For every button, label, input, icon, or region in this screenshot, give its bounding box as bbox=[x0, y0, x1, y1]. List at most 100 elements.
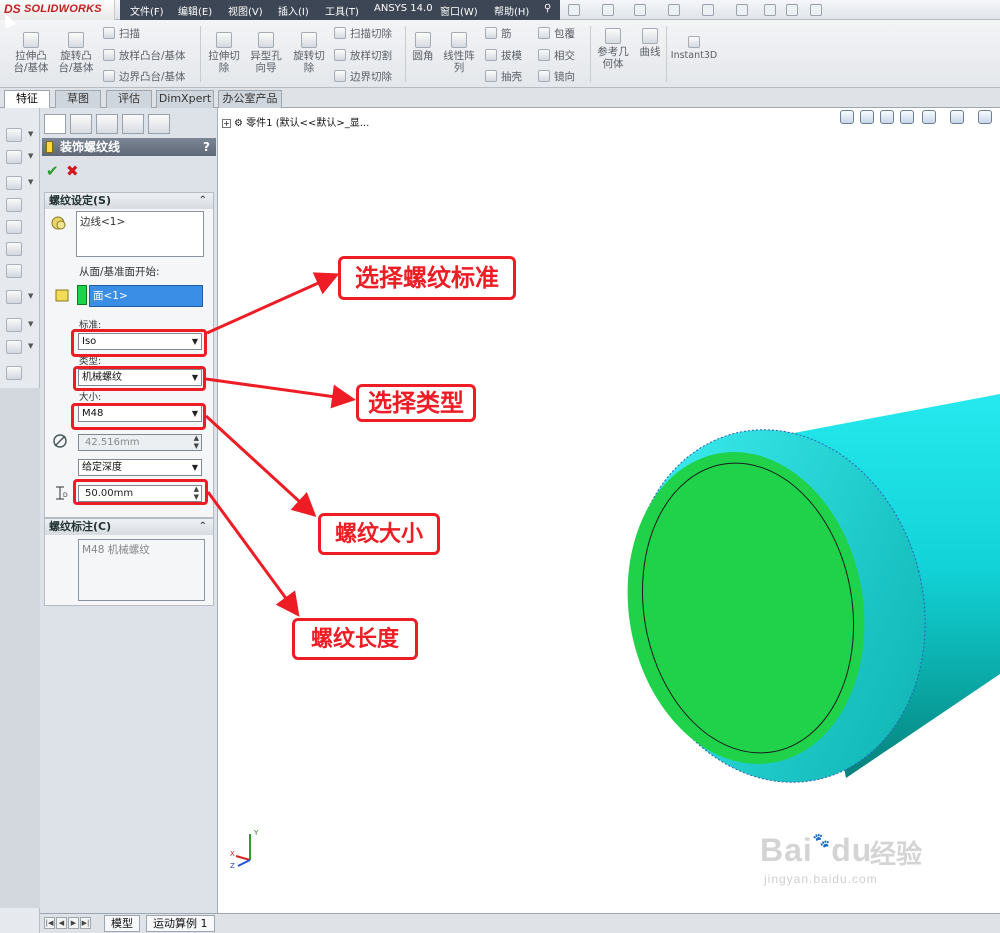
boundary-cut-button[interactable]: 边界切除 bbox=[334, 69, 392, 84]
edge-selection-box[interactable]: 边线<1> bbox=[76, 211, 204, 257]
toolbar-icon-7[interactable] bbox=[6, 264, 22, 278]
file-properties-icon[interactable] bbox=[786, 4, 798, 16]
lofted-cut-label: 放样切割 bbox=[350, 50, 392, 62]
feature-manager-tab[interactable] bbox=[44, 114, 66, 134]
toolbar-icon-6[interactable] bbox=[6, 242, 22, 256]
hole-wizard-icon bbox=[258, 32, 274, 48]
graphics-area[interactable]: + ⚙ 零件1 (默认<<默认>_显... 选择螺纹标准 选择类型 螺纹大小 螺… bbox=[218, 108, 1000, 913]
boundary-cut-icon bbox=[334, 70, 346, 82]
thread-settings-header[interactable]: 螺纹设定(S) ⌃ bbox=[45, 193, 213, 209]
toolbar-icon-10[interactable] bbox=[6, 340, 22, 354]
new-file-icon[interactable] bbox=[568, 4, 580, 16]
loft-button[interactable]: 放样凸台/基体 bbox=[103, 48, 186, 63]
chevron-down-icon[interactable]: ▼ bbox=[28, 292, 33, 300]
menu-window[interactable]: 窗口(W) bbox=[440, 3, 478, 18]
ok-button[interactable]: ✔ bbox=[46, 162, 59, 180]
swept-cut-button[interactable]: 扫描切除 bbox=[334, 26, 392, 41]
open-file-icon[interactable] bbox=[602, 4, 614, 16]
toolbar-icon-8[interactable] bbox=[6, 290, 22, 304]
curves-label: 曲线 bbox=[639, 46, 661, 58]
instant3d-button[interactable]: Instant3D bbox=[670, 36, 718, 62]
first-tab-icon[interactable]: |◀ bbox=[44, 917, 55, 929]
wrap-button[interactable]: 包覆 bbox=[538, 26, 575, 41]
hole-wizard-button[interactable]: 异型孔 向导 bbox=[246, 32, 286, 74]
toolbar-icon-1[interactable] bbox=[6, 128, 22, 142]
fillet-button[interactable]: 圆角 bbox=[408, 32, 438, 62]
property-manager-tab[interactable] bbox=[70, 114, 92, 134]
spin-arrows-icon[interactable]: ▲ ▼ bbox=[194, 434, 199, 450]
tab-model[interactable]: 模型 bbox=[104, 915, 140, 932]
curves-button[interactable]: 曲线 bbox=[636, 28, 664, 58]
menu-insert[interactable]: 插入(I) bbox=[278, 3, 309, 18]
collapse-icon[interactable]: ⌃ bbox=[199, 519, 207, 534]
toolbar-icon-9[interactable] bbox=[6, 318, 22, 332]
chevron-down-icon[interactable]: ▼ bbox=[28, 320, 33, 328]
chevron-down-icon[interactable]: ▼ bbox=[28, 342, 33, 350]
rib-button[interactable]: 筋 bbox=[485, 26, 512, 41]
lofted-cut-button[interactable]: 放样切割 bbox=[334, 48, 392, 63]
svg-text:D: D bbox=[63, 492, 68, 499]
reference-geometry-button[interactable]: 参考几 何体 bbox=[594, 28, 632, 70]
tab-dimxpert[interactable]: DimXpert bbox=[156, 90, 214, 108]
help-button[interactable]: ? bbox=[203, 138, 210, 156]
print-icon[interactable] bbox=[668, 4, 680, 16]
watermark-cn: 经验 bbox=[870, 840, 923, 870]
select-icon[interactable] bbox=[736, 4, 748, 16]
linear-pattern-label-1: 线性阵 bbox=[443, 50, 475, 62]
menu-tools[interactable]: 工具(T) bbox=[325, 3, 359, 18]
tab-motion-study[interactable]: 运动算例 1 bbox=[146, 915, 215, 932]
swept-cut-icon bbox=[334, 27, 346, 39]
menu-ansys[interactable]: ANSYS 14.0 bbox=[374, 3, 433, 14]
chevron-down-icon[interactable]: ▼ bbox=[28, 152, 33, 160]
tab-features[interactable]: 特征 bbox=[4, 90, 50, 108]
extrude-cut-button[interactable]: 拉伸切 除 bbox=[204, 32, 244, 74]
part-model[interactable] bbox=[218, 108, 1000, 913]
toolbar-icon-4[interactable] bbox=[6, 198, 22, 212]
revolve-cut-button[interactable]: 旋转切 除 bbox=[289, 32, 329, 74]
undo-icon[interactable] bbox=[702, 4, 714, 16]
save-icon[interactable] bbox=[634, 4, 646, 16]
configuration-manager-tab[interactable] bbox=[96, 114, 118, 134]
mirror-button[interactable]: 镜向 bbox=[538, 69, 575, 84]
wrap-label: 包覆 bbox=[554, 28, 575, 40]
start-face-box[interactable]: 面<1> bbox=[89, 285, 203, 307]
rebuild-icon[interactable] bbox=[764, 4, 776, 16]
menu-edit[interactable]: 编辑(E) bbox=[178, 3, 212, 18]
extrude-boss-icon bbox=[23, 32, 39, 48]
boundary-boss-button[interactable]: 边界凸台/基体 bbox=[103, 69, 186, 84]
sweep-button[interactable]: 扫描 bbox=[103, 26, 140, 41]
toolbar-icon-3[interactable] bbox=[6, 176, 22, 190]
thread-callout-header[interactable]: 螺纹标注(C) ⌃ bbox=[45, 519, 213, 535]
left-toolbar-shade bbox=[0, 388, 40, 908]
callout-select-standard: 选择螺纹标准 bbox=[338, 256, 516, 300]
tab-sketch[interactable]: 草图 bbox=[55, 90, 101, 108]
toolbar-icon-5[interactable] bbox=[6, 220, 22, 234]
toolbar-icon-2[interactable] bbox=[6, 150, 22, 164]
next-tab-icon[interactable]: ▶ bbox=[68, 917, 79, 929]
chevron-down-icon[interactable]: ▼ bbox=[28, 130, 33, 138]
end-condition-select[interactable]: 给定深度 ▼ bbox=[78, 459, 202, 476]
display-manager-tab[interactable] bbox=[148, 114, 170, 134]
menu-view[interactable]: 视图(V) bbox=[228, 3, 263, 18]
last-tab-icon[interactable]: ▶| bbox=[80, 917, 91, 929]
toolbar-icon-11[interactable] bbox=[6, 366, 22, 380]
shell-button[interactable]: 抽壳 bbox=[485, 69, 522, 84]
menu-file[interactable]: 文件(F) bbox=[130, 3, 164, 18]
draft-button[interactable]: 拔模 bbox=[485, 48, 522, 63]
options-icon[interactable] bbox=[810, 4, 822, 16]
revolve-boss-button[interactable]: 旋转凸 台/基体 bbox=[55, 32, 97, 74]
dimxpert-manager-tab[interactable] bbox=[122, 114, 144, 134]
tab-office-products[interactable]: 办公室产品 bbox=[218, 90, 282, 108]
chevron-down-icon[interactable]: ▼ bbox=[28, 178, 33, 186]
pin-icon[interactable]: ⚲ bbox=[544, 3, 551, 14]
extrude-boss-button[interactable]: 拉伸凸 台/基体 bbox=[10, 32, 52, 74]
cancel-button[interactable]: ✖ bbox=[66, 162, 79, 180]
tab-evaluate[interactable]: 评估 bbox=[106, 90, 152, 108]
intersect-button[interactable]: 相交 bbox=[538, 48, 575, 63]
linear-pattern-button[interactable]: 线性阵 列 bbox=[440, 32, 478, 74]
collapse-icon[interactable]: ⌃ bbox=[199, 193, 207, 208]
diameter-field[interactable]: 42.516mm ▲ ▼ bbox=[78, 434, 202, 451]
menu-help[interactable]: 帮助(H) bbox=[494, 3, 529, 18]
prev-tab-icon[interactable]: ◀ bbox=[56, 917, 67, 929]
ribbon-divider bbox=[405, 26, 406, 82]
